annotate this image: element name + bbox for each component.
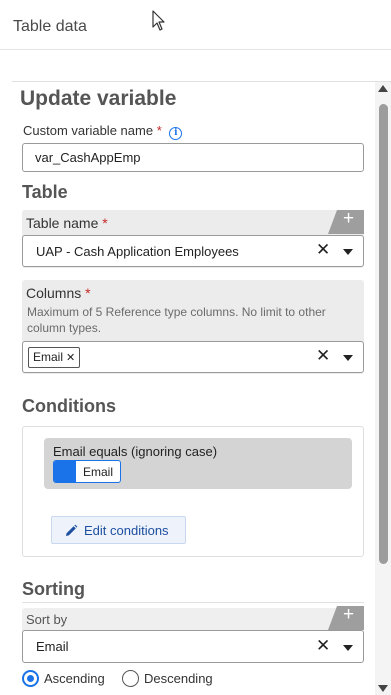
ascending-radio[interactable] xyxy=(22,670,39,687)
table-section-heading: Table xyxy=(22,182,68,202)
divider xyxy=(22,602,364,603)
condition-rule-text: Email equals (ignoring case) xyxy=(53,444,218,459)
sort-by-label: Sort by xyxy=(26,612,68,627)
table-name-field: Table name * + UAP - Cash Application Em… xyxy=(22,210,364,268)
variable-name-label-text: Custom variable name xyxy=(23,123,154,138)
variable-name-label: Custom variable name * i xyxy=(23,123,183,140)
table-name-label: Table name * xyxy=(26,215,108,231)
table-name-select[interactable]: UAP - Cash Application Employees ✕ xyxy=(22,235,364,267)
table-name-label-text: Table name xyxy=(26,215,99,231)
chevron-down-icon[interactable] xyxy=(343,249,353,255)
column-chip-label: Email xyxy=(33,350,64,364)
columns-select[interactable]: Email ✕ ✕ xyxy=(22,341,364,373)
condition-field-label: Email xyxy=(83,465,114,479)
required-mark: * xyxy=(85,285,91,301)
scroll-up-arrow-icon[interactable] xyxy=(378,85,388,92)
condition-field-toggle[interactable]: Email xyxy=(53,460,121,483)
pencil-icon xyxy=(66,524,78,536)
mouse-cursor-icon xyxy=(152,10,165,31)
condition-rule[interactable]: Email equals (ignoring case) Email xyxy=(44,438,352,489)
columns-help-text: Maximum of 5 Reference type columns. No … xyxy=(27,305,326,335)
close-icon[interactable]: ✕ xyxy=(316,346,330,366)
variable-name-input[interactable]: var_CashAppEmp xyxy=(22,143,364,172)
sort-by-field: Sort by + Email ✕ xyxy=(22,606,364,663)
conditions-box: Email equals (ignoring case) Email Edit … xyxy=(22,426,364,557)
sort-by-select[interactable]: Email ✕ xyxy=(22,630,364,663)
info-icon[interactable]: i xyxy=(169,127,183,140)
columns-field: Columns * Maximum of 5 Reference type co… xyxy=(22,280,364,374)
chevron-down-icon[interactable] xyxy=(343,355,353,361)
ascending-label[interactable]: Ascending xyxy=(44,671,105,686)
add-table-button[interactable]: + xyxy=(328,210,364,234)
sort-by-value: Email xyxy=(36,639,69,654)
columns-label: Columns * xyxy=(26,285,91,301)
plus-icon: + xyxy=(343,604,355,625)
panel-title: Table data xyxy=(13,18,87,35)
update-variable-panel: Update variable Custom variable name * i… xyxy=(12,81,391,695)
edit-conditions-label: Edit conditions xyxy=(84,523,169,538)
close-icon[interactable]: ✕ xyxy=(316,636,330,656)
column-chip[interactable]: Email ✕ xyxy=(28,347,81,368)
required-mark: * xyxy=(102,215,108,231)
add-sort-button[interactable]: + xyxy=(328,606,364,630)
plus-icon: + xyxy=(343,208,355,229)
panel-header: Table data xyxy=(0,0,391,50)
form-heading: Update variable xyxy=(20,87,177,110)
sorting-heading: Sorting xyxy=(22,579,85,599)
columns-label-text: Columns xyxy=(26,285,82,301)
chip-remove-icon[interactable]: ✕ xyxy=(66,352,75,364)
descending-label[interactable]: Descending xyxy=(144,671,213,686)
conditions-heading: Conditions xyxy=(22,396,116,416)
edit-conditions-button[interactable]: Edit conditions xyxy=(51,516,186,544)
table-name-value: UAP - Cash Application Employees xyxy=(36,244,239,259)
scroll-down-arrow-icon[interactable] xyxy=(378,685,388,692)
toggle-indicator xyxy=(54,461,76,482)
vertical-scrollbar[interactable] xyxy=(375,82,391,695)
scrollbar-thumb[interactable] xyxy=(379,104,388,564)
close-icon[interactable]: ✕ xyxy=(316,240,330,260)
chevron-down-icon[interactable] xyxy=(343,645,353,651)
required-mark: * xyxy=(156,123,162,138)
descending-radio[interactable] xyxy=(122,670,139,687)
